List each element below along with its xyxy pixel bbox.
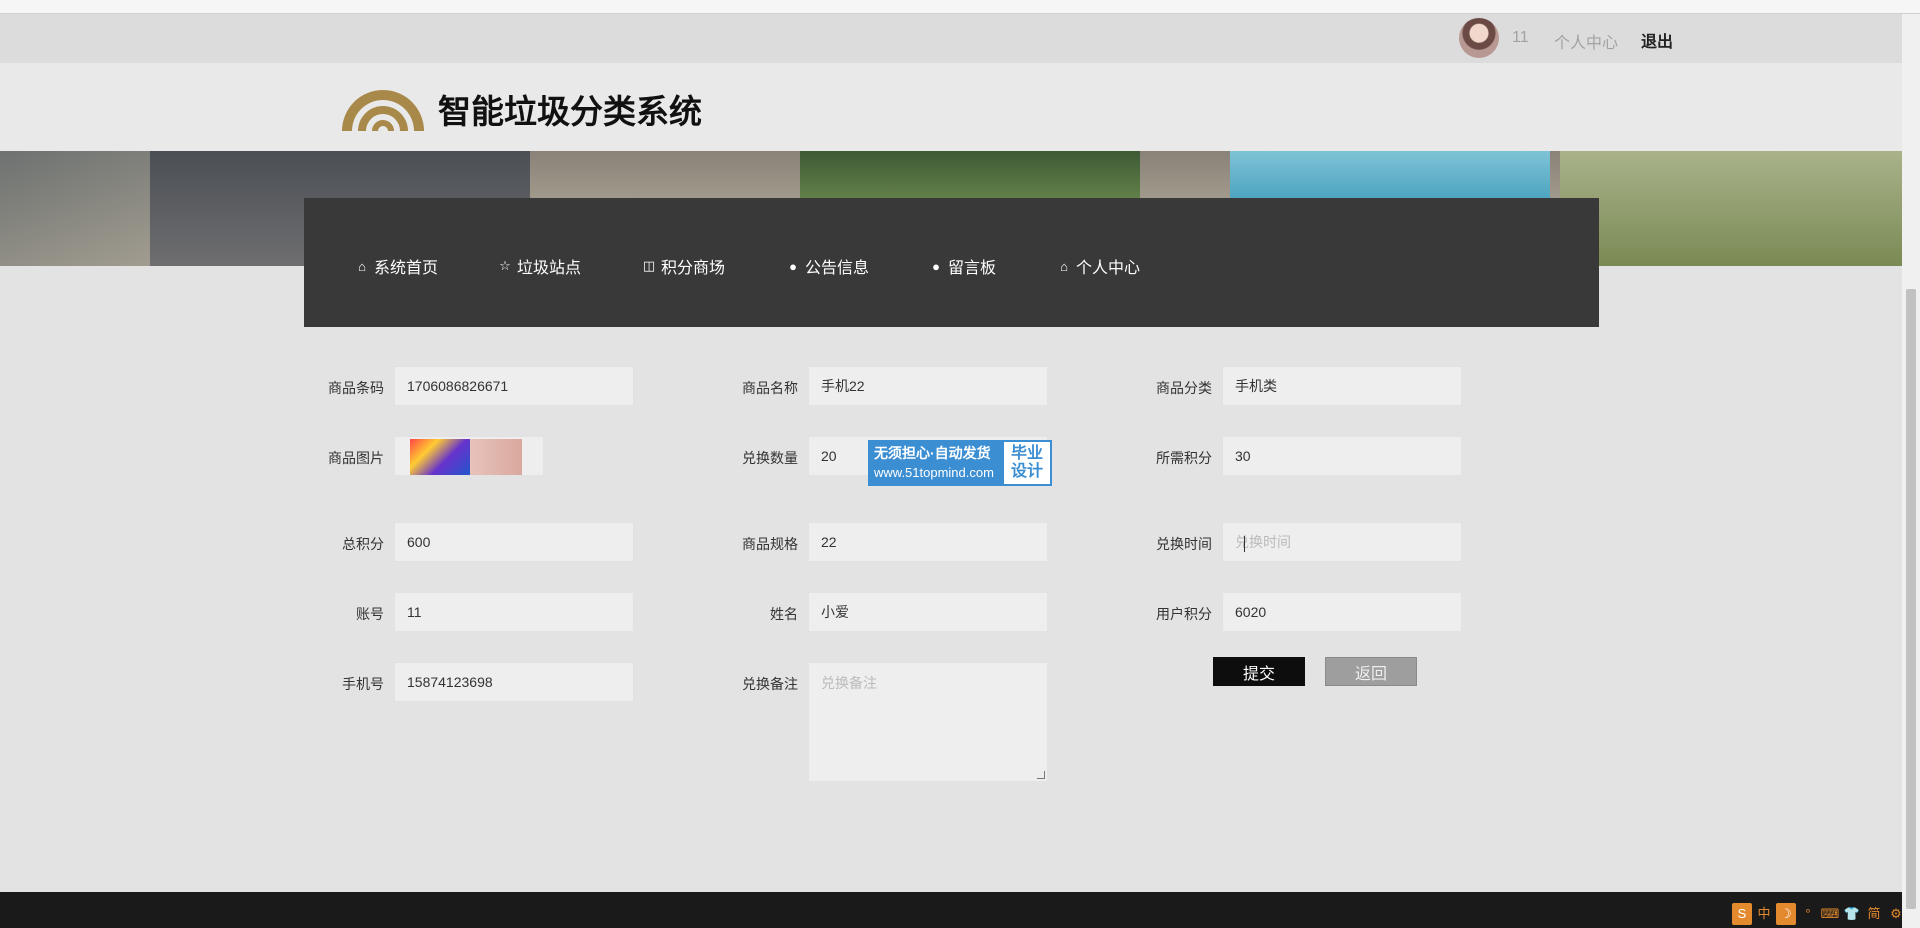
ad-line2: www.51topmind.com bbox=[874, 463, 1004, 482]
nav-item-messages[interactable]: ● 留言板 bbox=[928, 254, 996, 278]
nav-item-notices[interactable]: ● 公告信息 bbox=[785, 254, 869, 278]
home-icon: ⌂ bbox=[1056, 259, 1072, 274]
exchange-time-label: 兑换时间 bbox=[1112, 534, 1212, 554]
keyboard-icon[interactable]: ⌨ bbox=[1820, 903, 1840, 925]
text-cursor bbox=[1244, 536, 1246, 552]
site-header: 智能垃圾分类系统 bbox=[0, 63, 1902, 151]
nav-item-profile[interactable]: ⌂ 个人中心 bbox=[1056, 254, 1140, 278]
phone-label: 手机号 bbox=[284, 674, 384, 694]
bag-icon: ◫ bbox=[641, 258, 657, 274]
browser-top-strip bbox=[0, 0, 1920, 14]
barcode-input[interactable]: 1706086826671 bbox=[394, 366, 634, 406]
star-icon: ☆ bbox=[497, 258, 513, 274]
question-icon: ● bbox=[928, 259, 944, 274]
avatar[interactable] bbox=[1459, 18, 1499, 58]
user-points-input[interactable]: 6020 bbox=[1222, 592, 1462, 632]
product-name-input[interactable]: 手机22 bbox=[808, 366, 1048, 406]
back-button[interactable]: 返回 bbox=[1325, 657, 1417, 686]
nav-item-stations[interactable]: ☆ 垃圾站点 bbox=[497, 254, 581, 278]
ad-line1: 无须担心·自动发货 bbox=[874, 444, 1004, 463]
nav-label: 垃圾站点 bbox=[517, 254, 581, 278]
phone-input[interactable]: 15874123698 bbox=[394, 662, 634, 702]
category-label: 商品分类 bbox=[1112, 378, 1212, 398]
user-points-label: 用户积分 bbox=[1112, 604, 1212, 624]
ime-chinese-toggle[interactable]: 中 bbox=[1754, 903, 1774, 925]
logout-link[interactable]: 退出 bbox=[1641, 28, 1673, 52]
simplified-toggle[interactable]: 简 bbox=[1864, 903, 1884, 925]
spec-label: 商品规格 bbox=[698, 534, 798, 554]
page-scrollbar[interactable] bbox=[1902, 14, 1920, 928]
account-label: 账号 bbox=[284, 604, 384, 624]
scrollbar-thumb[interactable] bbox=[1906, 289, 1916, 909]
punctuation-icon[interactable]: ° bbox=[1798, 903, 1818, 925]
exchange-time-input[interactable]: 兑换时间 bbox=[1222, 522, 1462, 562]
product-image bbox=[410, 439, 470, 475]
nav-label: 留言板 bbox=[948, 254, 996, 278]
remark-placeholder: 兑换备注 bbox=[821, 675, 877, 691]
spec-input[interactable]: 22 bbox=[808, 522, 1048, 562]
real-name-label: 姓名 bbox=[698, 604, 798, 624]
quantity-label: 兑换数量 bbox=[698, 448, 798, 468]
moon-icon[interactable]: ☽ bbox=[1776, 903, 1796, 925]
site-title: 智能垃圾分类系统 bbox=[438, 85, 702, 133]
total-points-label: 总积分 bbox=[284, 534, 384, 554]
nav-item-home[interactable]: ⌂ 系统首页 bbox=[354, 254, 438, 278]
resize-handle[interactable] bbox=[1037, 771, 1045, 779]
remark-label: 兑换备注 bbox=[698, 674, 798, 694]
barcode-label: 商品条码 bbox=[284, 378, 384, 398]
account-input[interactable]: 11 bbox=[394, 592, 634, 632]
points-required-label: 所需积分 bbox=[1112, 448, 1212, 468]
product-image-label: 商品图片 bbox=[284, 448, 384, 468]
product-image-back bbox=[470, 439, 522, 475]
personal-center-link[interactable]: 个人中心 bbox=[1554, 29, 1618, 53]
nav-label: 公告信息 bbox=[805, 254, 869, 278]
ime-logo-icon[interactable]: S bbox=[1732, 903, 1752, 925]
real-name-input[interactable]: 小爱 bbox=[808, 592, 1048, 632]
settings-icon[interactable]: ⚙ bbox=[1886, 903, 1906, 925]
home-icon: ⌂ bbox=[354, 259, 370, 274]
alert-icon: ● bbox=[785, 259, 801, 274]
ad-banner[interactable]: 无须担心·自动发货 www.51topmind.com 毕业 设计 bbox=[868, 440, 1052, 486]
product-name-label: 商品名称 bbox=[698, 378, 798, 398]
nav-item-mall[interactable]: ◫ 积分商场 bbox=[641, 254, 725, 278]
submit-button[interactable]: 提交 bbox=[1213, 657, 1305, 686]
ime-toolbar: S 中 ☽ ° ⌨ 👕 简 ⚙ bbox=[1732, 903, 1906, 925]
username: 11 bbox=[1512, 29, 1529, 47]
nav-label: 系统首页 bbox=[374, 254, 438, 278]
ad-right1: 毕业 bbox=[1011, 445, 1043, 463]
category-input[interactable]: 手机类 bbox=[1222, 366, 1462, 406]
footer bbox=[0, 892, 1902, 928]
logo-icon bbox=[338, 79, 428, 135]
total-points-input[interactable]: 600 bbox=[394, 522, 634, 562]
points-required-input[interactable]: 30 bbox=[1222, 436, 1462, 476]
ad-right2: 设计 bbox=[1011, 463, 1043, 481]
nav-label: 积分商场 bbox=[661, 254, 725, 278]
nav-label: 个人中心 bbox=[1076, 254, 1140, 278]
main-nav: ⌂ 系统首页 ☆ 垃圾站点 ◫ 积分商场 ● 公告信息 ● 留言板 ⌂ 个人中心 bbox=[304, 198, 1599, 327]
skin-icon[interactable]: 👕 bbox=[1842, 903, 1862, 925]
remark-textarea[interactable]: 兑换备注 bbox=[808, 662, 1048, 782]
top-bar: 11 个人中心 退出 bbox=[0, 14, 1902, 63]
